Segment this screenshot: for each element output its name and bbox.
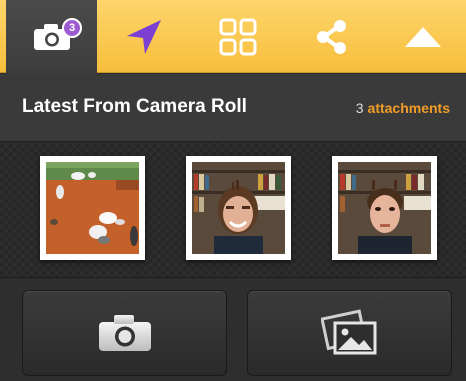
attachments-link[interactable]: attachments [368,100,450,116]
photo-library-button[interactable] [247,290,452,376]
location-arrow-icon [127,19,161,54]
photo-thumbnail[interactable] [332,156,437,260]
tab-grid[interactable] [191,0,285,73]
tab-share[interactable] [285,0,379,73]
photo-thumbnail[interactable] [40,156,145,260]
attachments-number: 3 [355,100,364,116]
notification-badge: 3 [62,18,82,38]
photo-boy-with-bookshelf [338,162,431,254]
section-header: Latest From Camera Roll 3 attachments [0,74,466,142]
take-photo-button[interactable] [22,290,227,376]
attachments-count: 3 attachments [356,100,450,116]
photo-library-icon [320,309,376,355]
tab-location[interactable] [97,0,191,73]
photo-dogs-on-dirt [46,162,139,254]
triangle-up-icon [404,26,441,47]
camera-icon [98,315,151,351]
section-title: Latest From Camera Roll [22,96,247,117]
photo-thumbnail[interactable] [186,156,291,260]
tab-collapse[interactable] [379,0,466,73]
share-icon [317,19,346,54]
photo-girl-with-bookshelf [192,162,285,254]
action-bar [0,278,466,381]
tab-bar: 3 [0,0,466,74]
tab-camera[interactable]: 3 [6,0,97,74]
photo-strip [0,142,466,278]
grid-icon [219,18,257,55]
